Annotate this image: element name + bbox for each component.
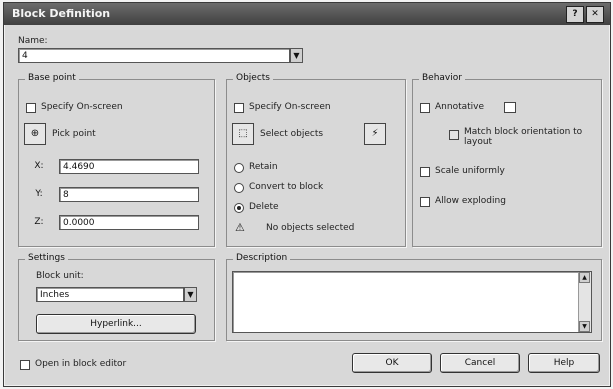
annotative-label: Annotative	[435, 102, 485, 112]
convert-to-block-label: Convert to block	[249, 182, 324, 192]
convert-to-block-radio[interactable]	[234, 183, 244, 193]
name-dropdown-arrow-icon[interactable]: ▼	[290, 48, 303, 63]
x-coordinate-input[interactable]: 4.4690	[59, 159, 199, 174]
block-unit-label: Block unit:	[36, 271, 84, 281]
description-title: Description	[233, 253, 291, 263]
open-in-block-editor-label: Open in block editor	[35, 359, 127, 369]
objects-title: Objects	[233, 73, 274, 83]
retain-label: Retain	[249, 162, 278, 172]
settings-title: Settings	[25, 253, 68, 263]
close-button[interactable]: ✕	[586, 6, 604, 23]
allow-exploding-checkbox[interactable]	[420, 197, 430, 207]
base-specify-onscreen-label: Specify On-screen	[41, 102, 123, 112]
annotative-info-icon[interactable]	[504, 102, 516, 113]
z-axis-label: Z:	[34, 217, 44, 227]
z-coordinate-input[interactable]: 0.0000	[59, 215, 199, 230]
y-coordinate-input[interactable]: 8	[59, 187, 199, 202]
x-axis-label: X:	[34, 161, 44, 171]
scroll-down-arrow-icon[interactable]: ▼	[579, 321, 590, 332]
quick-select-icon[interactable]: ⚡	[364, 123, 386, 145]
delete-label: Delete	[249, 202, 279, 212]
title-bar: Block Definition ? ✕	[4, 3, 610, 25]
select-objects-label[interactable]: Select objects	[260, 129, 323, 139]
delete-radio[interactable]	[234, 203, 244, 213]
pick-point-label[interactable]: Pick point	[52, 129, 96, 139]
warning-icon: ⚠	[235, 221, 245, 234]
behavior-title: Behavior	[419, 73, 465, 83]
window-title: Block Definition	[12, 7, 111, 20]
open-in-block-editor-checkbox[interactable]	[20, 360, 30, 370]
select-objects-icon[interactable]: ⬚	[232, 123, 254, 145]
no-objects-selected-text: No objects selected	[266, 223, 355, 233]
description-textarea[interactable]: ▲ ▼	[232, 271, 592, 333]
match-orientation-label: Match block orientation to layout	[464, 127, 583, 147]
name-label: Name:	[18, 36, 48, 46]
help-button[interactable]: Help	[528, 353, 600, 373]
block-definition-dialog: Block Definition ? ✕ Name: 4 ▼ Base poin…	[3, 2, 611, 387]
help-title-button[interactable]: ?	[566, 6, 584, 23]
scroll-up-arrow-icon[interactable]: ▲	[579, 272, 590, 283]
cancel-button[interactable]: Cancel	[440, 353, 520, 373]
base-specify-onscreen-checkbox[interactable]	[26, 103, 36, 113]
pick-point-icon[interactable]: ⊕	[24, 123, 46, 145]
scale-uniformly-label: Scale uniformly	[435, 166, 505, 176]
retain-radio[interactable]	[234, 163, 244, 173]
name-combobox[interactable]: 4	[18, 48, 290, 63]
ok-button[interactable]: OK	[352, 353, 432, 373]
description-scrollbar[interactable]: ▲ ▼	[578, 272, 591, 332]
block-unit-select[interactable]: Inches	[36, 287, 184, 302]
hyperlink-button[interactable]: Hyperlink...	[36, 314, 196, 334]
match-orientation-checkbox[interactable]	[449, 130, 459, 140]
base-point-title: Base point	[25, 73, 79, 83]
block-unit-dropdown-arrow-icon[interactable]: ▼	[184, 287, 197, 302]
scale-uniformly-checkbox[interactable]	[420, 167, 430, 177]
objects-specify-onscreen-label: Specify On-screen	[249, 102, 331, 112]
annotative-checkbox[interactable]	[420, 103, 430, 113]
y-axis-label: Y:	[35, 189, 43, 199]
objects-specify-onscreen-checkbox[interactable]	[234, 103, 244, 113]
allow-exploding-label: Allow exploding	[435, 196, 506, 206]
